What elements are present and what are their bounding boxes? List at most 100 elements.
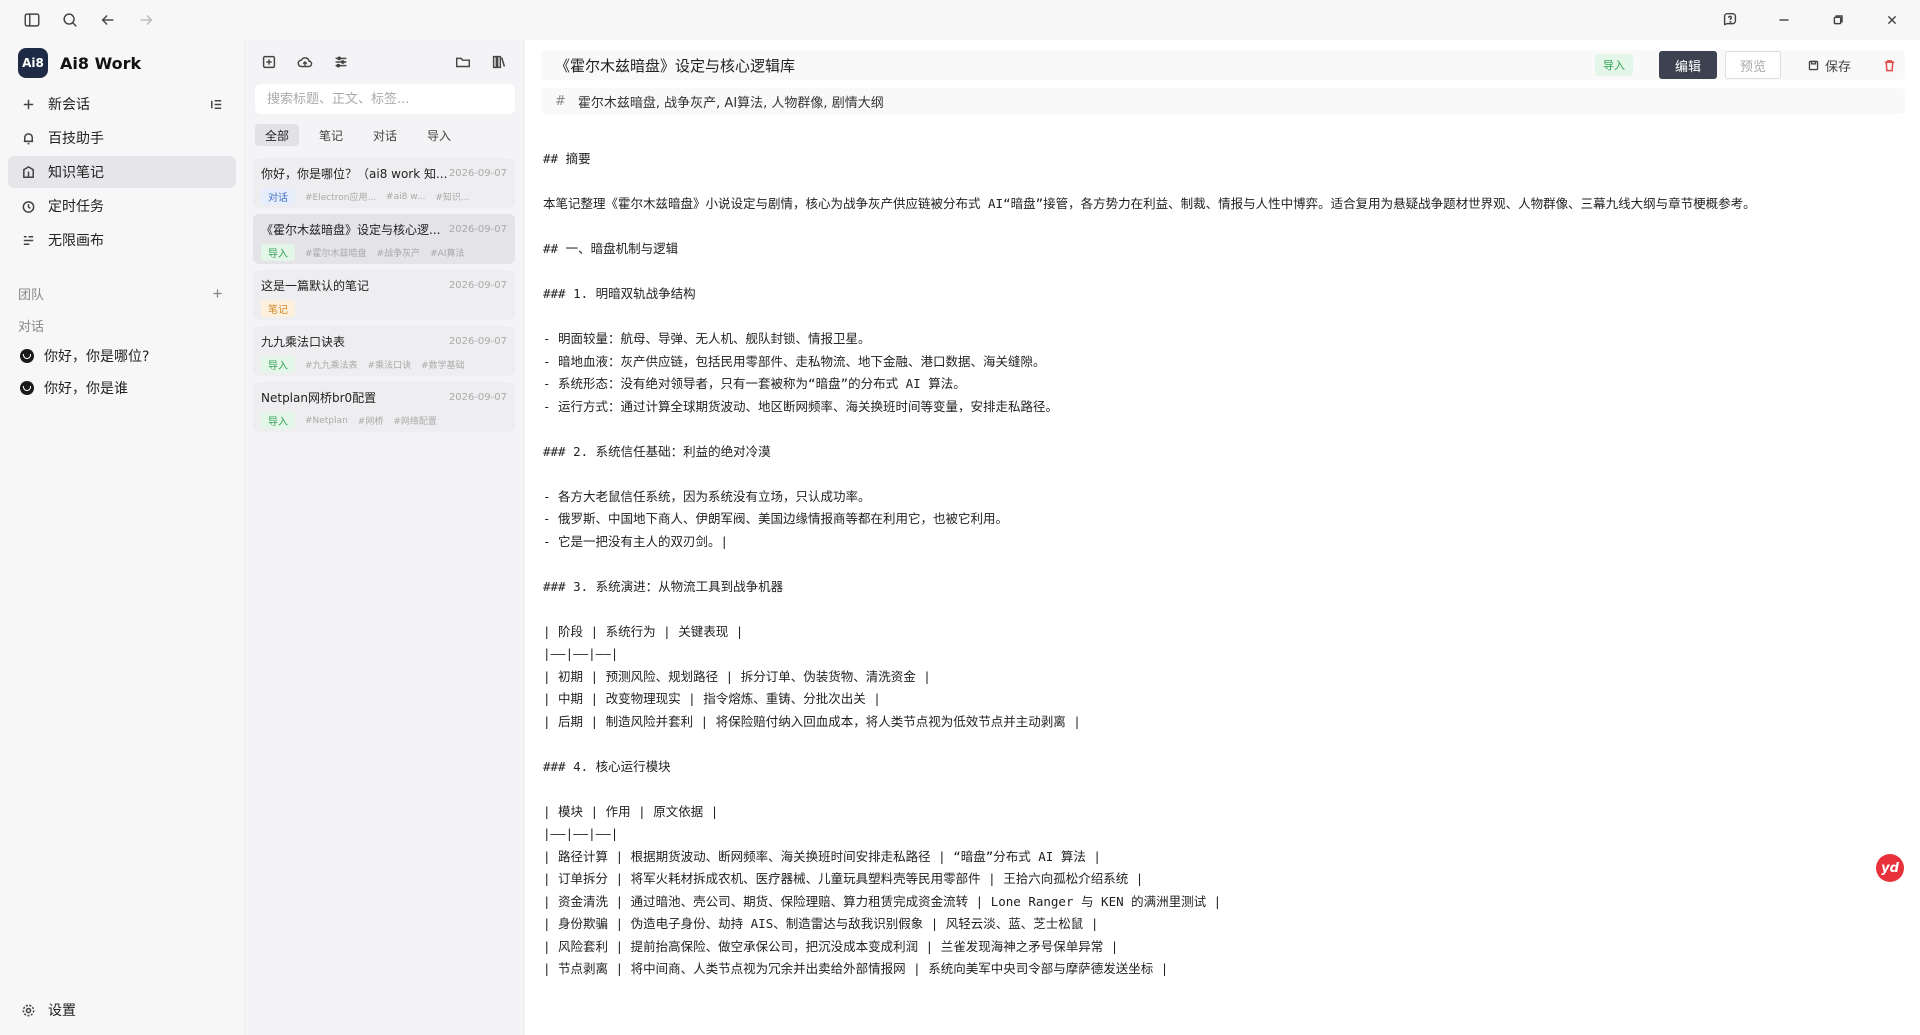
note-editor: 《霍尔木兹暗盘》设定与核心逻辑库 导入 编辑 预览 保存 # 霍尔木兹暗盘, 战… xyxy=(525,40,1920,1035)
content-line: |——|——|——| xyxy=(543,826,619,841)
note-card-date: 2026-09-07 xyxy=(448,336,507,347)
settings-label: 设置 xyxy=(48,1003,76,1019)
chat-label: 对话 xyxy=(18,319,45,335)
sidebar-item-label: 知识笔记 xyxy=(48,165,104,181)
edit-button[interactable]: 编辑 xyxy=(1658,51,1717,79)
chat-section: 对话 xyxy=(0,310,244,340)
note-type-badge: 导入 xyxy=(261,356,295,373)
canvas-icon xyxy=(20,232,36,248)
sidebar-item-assistant[interactable]: 百技助手 xyxy=(8,122,236,154)
translate-assistant-icon[interactable]: yd xyxy=(1876,854,1904,882)
note-search-input[interactable] xyxy=(255,84,515,114)
note-list-toolbar xyxy=(245,40,523,84)
minimize-icon[interactable] xyxy=(1774,10,1794,30)
content-line: ## 摘要 xyxy=(543,151,591,166)
sidebar-item-label: 无限画布 xyxy=(48,233,104,249)
back-arrow-icon[interactable] xyxy=(98,10,118,30)
note-title[interactable]: 《霍尔木兹暗盘》设定与核心逻辑库 xyxy=(541,55,1595,76)
content-line: 本笔记整理《霍尔木兹暗盘》小说设定与剧情，核心为战争灰产供应链被分布式 AI“暗… xyxy=(543,196,1756,211)
save-icon xyxy=(1807,58,1821,72)
sidebar-item-notes[interactable]: 知识笔记 xyxy=(8,156,236,188)
note-tag: #霍尔木兹暗盘 xyxy=(305,249,367,259)
content-line xyxy=(543,778,1903,801)
content-line: - 运行方式：通过计算全球期货波动、地区断网频率、海关换班时间等变量，安排走私路… xyxy=(543,398,1059,414)
app-logo: Ai8 xyxy=(18,48,48,78)
sidebar-item-canvas[interactable]: 无限画布 xyxy=(8,224,236,256)
content-line xyxy=(543,306,1903,329)
app-window: Ai8 Ai8 Work 新会话 百技助手 知识笔记 定时任务 无限画布 团队 xyxy=(0,0,1920,1035)
content-line: ### 3. 系统演进：从物流工具到战争机器 xyxy=(543,578,784,594)
filter-all[interactable]: 全部 xyxy=(255,124,300,146)
note-card[interactable]: 你好，你是哪位？（ai8 work 知... 2026-09-07 对话 #Elect… xyxy=(253,158,515,208)
note-card-title: 你好，你是哪位？（ai8 work 知... xyxy=(261,167,448,181)
filter-chats[interactable]: 对话 xyxy=(363,124,407,146)
content-line: | 初期 | 预测风险、规划路径 | 拆分订单、伪装货物、清洗资金 | xyxy=(543,668,931,684)
content-line: - 暗地血液：灰产供应链，包括民用零部件、走私物流、地下金融、港口数据、海关缝隙… xyxy=(543,353,1046,369)
conversation-item[interactable]: 你好，你是谁 xyxy=(0,372,244,404)
note-content[interactable]: ## 摘要本笔记整理《霍尔木兹暗盘》小说设定与剧情，核心为战争灰产供应链被分布式… xyxy=(543,148,1903,981)
note-tag: #战争灰产 xyxy=(376,249,421,259)
sidebar-item-label: 定时任务 xyxy=(48,199,104,215)
content-line: ## 一、暗盘机制与逻辑 xyxy=(543,241,679,256)
content-line: | 身份欺骗 | 伪造电子身份、劫持 AIS、制造雷达与敌我识别假象 | 风轻云… xyxy=(543,916,1099,931)
content-line: | 节点剥离 | 将中间商、人类节点视为冗余并出卖给外部情报网 | 系统向美军中… xyxy=(543,961,1169,976)
content-line xyxy=(543,463,1903,486)
content-line: - 它是一把没有主人的双刃剑。| xyxy=(543,533,729,549)
content-line: ### 4. 核心运行模块 xyxy=(543,758,671,774)
note-type-badge: 导入 xyxy=(261,412,295,429)
note-card-title: Netplan网桥br0配置 xyxy=(261,391,377,405)
gear-icon xyxy=(20,1002,36,1018)
sidebar-item-label: 百技助手 xyxy=(48,131,104,147)
cloud-upload-icon[interactable] xyxy=(295,52,315,72)
add-team-icon[interactable] xyxy=(210,286,224,300)
filter-imports[interactable]: 导入 xyxy=(417,124,461,146)
sliders-icon[interactable] xyxy=(331,52,351,72)
note-card[interactable]: 《霍尔木兹暗盘》设定与核心逻... 2026-09-07 导入 #霍尔木兹暗盘 #战争灰… xyxy=(253,214,515,264)
team-section: 团队 xyxy=(0,278,244,308)
library-icon[interactable] xyxy=(489,52,509,72)
chat-avatar-icon xyxy=(20,349,34,363)
settings-button[interactable]: 设置 xyxy=(0,993,96,1027)
notes-icon xyxy=(20,164,36,180)
folder-icon[interactable] xyxy=(453,52,473,72)
conversation-item[interactable]: 你好，你是哪位? xyxy=(0,340,244,372)
note-tag: #Netplan xyxy=(305,415,348,426)
content-line: | 中期 | 改变物理现实 | 指令熔炼、重铸、分批次出关 | xyxy=(543,691,881,706)
note-tag: #乘法口诀 xyxy=(367,361,412,371)
forward-arrow-icon[interactable] xyxy=(136,10,156,30)
content-line: ### 1. 明暗双轨战争结构 xyxy=(543,286,696,301)
save-label: 保存 xyxy=(1824,59,1851,75)
note-tag: #数学基础 xyxy=(421,361,465,371)
list-icon[interactable] xyxy=(208,96,224,112)
note-card-title: 《霍尔木兹暗盘》设定与核心逻... xyxy=(261,223,441,237)
close-icon[interactable] xyxy=(1882,10,1902,30)
sidebar-toggle-icon[interactable] xyxy=(22,10,42,30)
sidebar: Ai8 Ai8 Work 新会话 百技助手 知识笔记 定时任务 无限画布 团队 xyxy=(0,40,244,1035)
search-icon[interactable] xyxy=(60,10,80,30)
note-tag: #AI算法 xyxy=(430,249,465,259)
note-tag: #Electron应用... xyxy=(305,193,377,203)
content-line: | 阶段 | 系统行为 | 关键表现 | xyxy=(543,623,744,639)
note-tag: #网桥 xyxy=(357,417,384,427)
preview-button[interactable]: 预览 xyxy=(1724,51,1781,79)
save-button[interactable]: 保存 xyxy=(1807,56,1851,75)
clock-icon xyxy=(20,198,36,214)
note-card-date: 2026-09-07 xyxy=(448,280,507,291)
tag-field[interactable]: # 霍尔木兹暗盘, 战争灰产, AI算法, 人物群像, 剧情大纲 xyxy=(541,88,1905,114)
app-name: Ai8 Work xyxy=(60,53,142,73)
help-icon[interactable] xyxy=(1720,10,1740,30)
note-card[interactable]: 这是一篇默认的笔记 2026-09-07 笔记 xyxy=(253,270,515,320)
new-chat-button[interactable]: 新会话 xyxy=(8,88,236,120)
team-label: 团队 xyxy=(18,287,45,303)
new-note-icon[interactable] xyxy=(259,52,279,72)
trash-icon[interactable] xyxy=(1879,55,1899,75)
content-line: |——|——|——| xyxy=(543,646,619,661)
chat-avatar-icon xyxy=(20,381,34,395)
filter-notes[interactable]: 笔记 xyxy=(309,124,353,146)
note-card[interactable]: Netplan网桥br0配置 2026-09-07 导入 #Netplan #网桥 #网络… xyxy=(253,382,515,432)
note-card-title: 九九乘法口诀表 xyxy=(261,335,346,349)
sidebar-item-scheduled-tasks[interactable]: 定时任务 xyxy=(8,190,236,222)
note-card[interactable]: 九九乘法口诀表 2026-09-07 导入 #九九乘法表 #乘法口诀 #数学基础 xyxy=(253,326,515,376)
restore-icon[interactable] xyxy=(1828,10,1848,30)
content-line xyxy=(543,216,1903,239)
